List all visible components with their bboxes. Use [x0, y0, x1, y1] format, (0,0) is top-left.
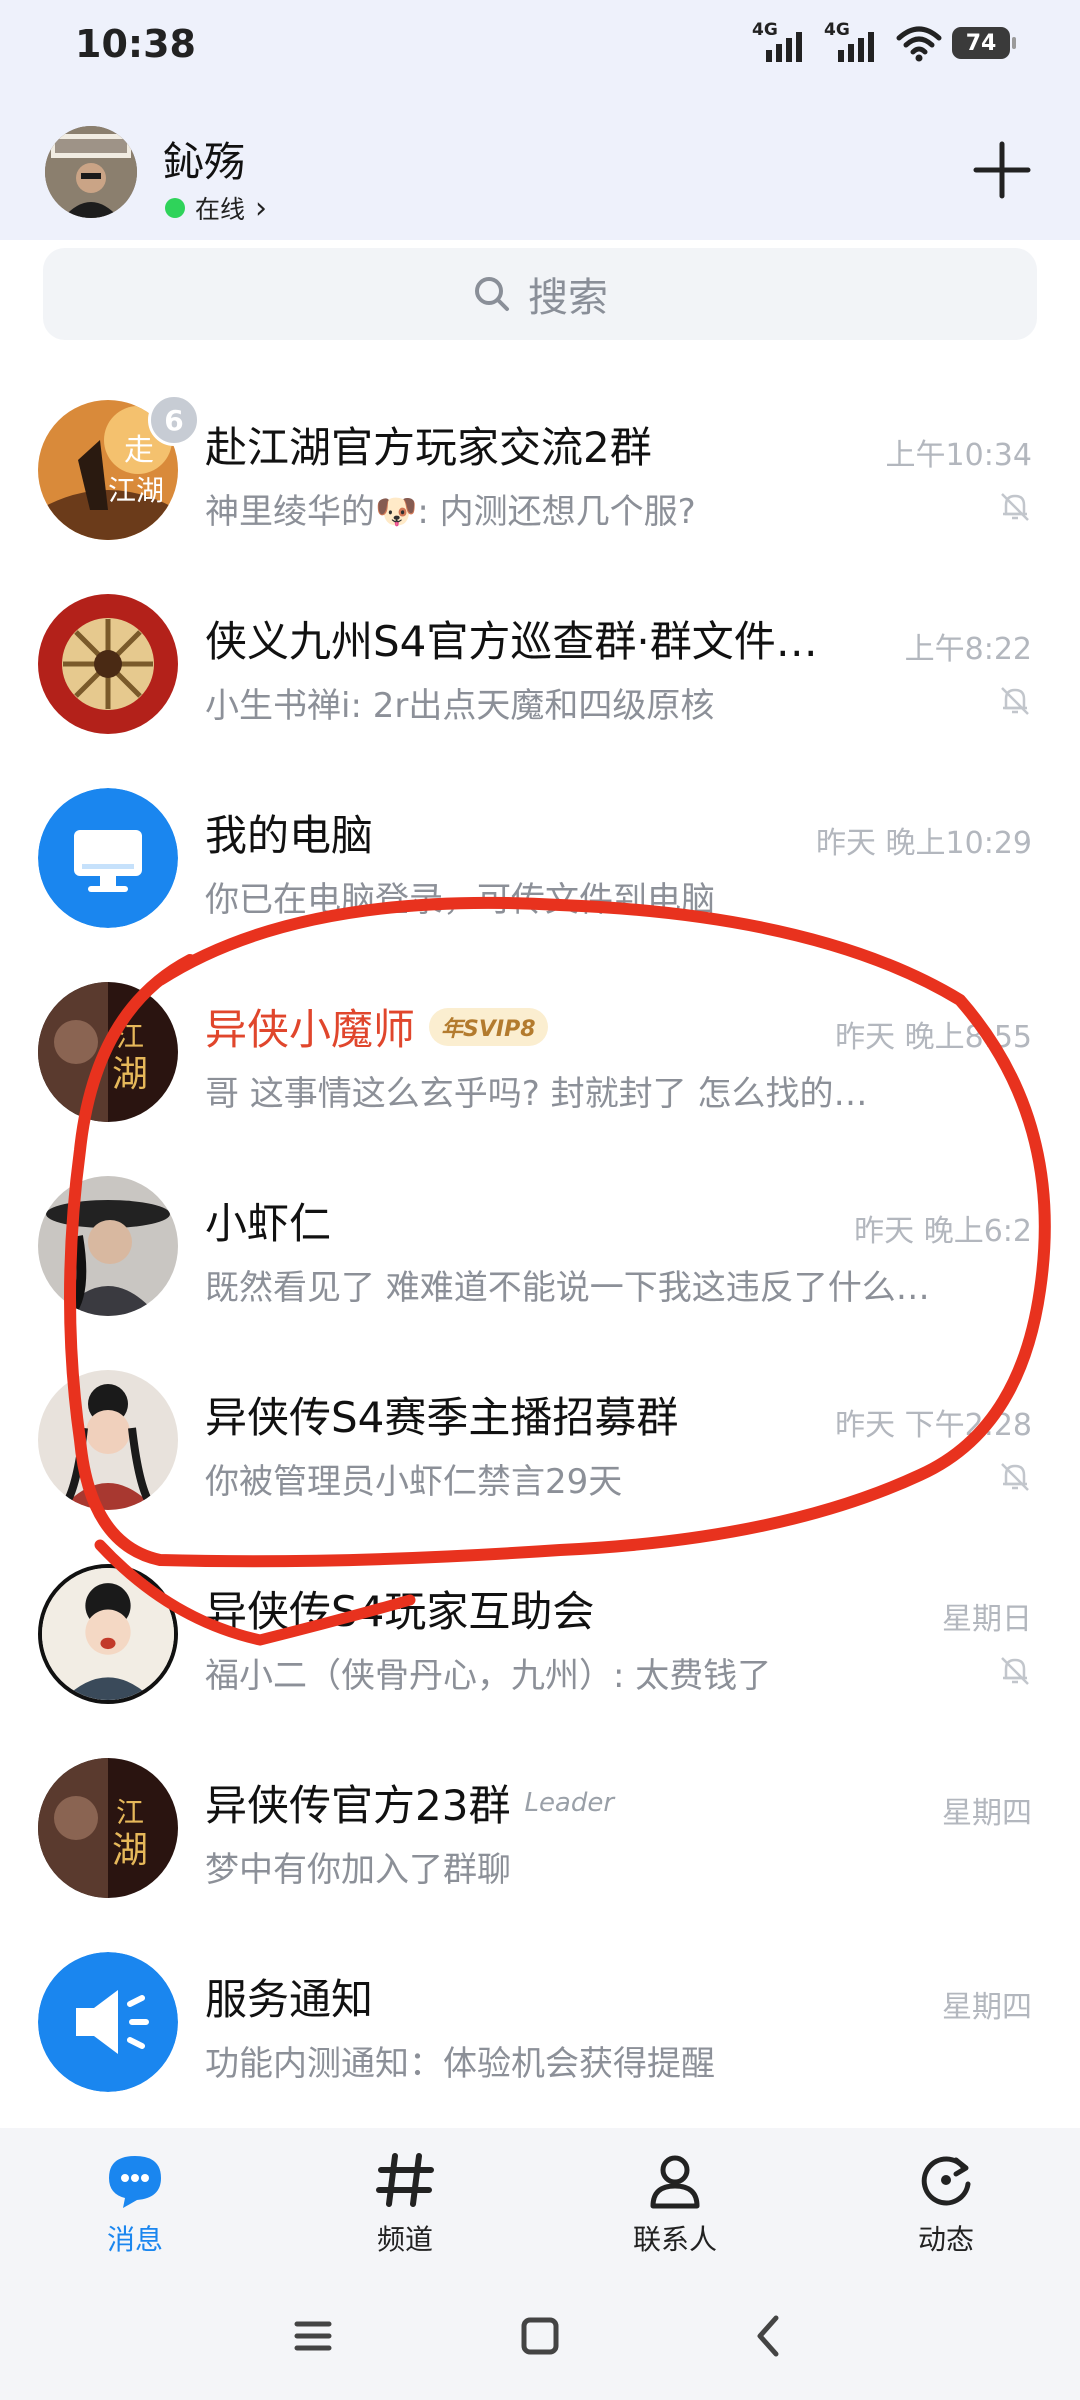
group-tag-badge: Leader — [524, 1787, 615, 1818]
message-icon — [109, 2156, 161, 2208]
chat-item[interactable]: 小虾仁 昨天 晚上6:2 既然看见了 难难道不能说一下我这违反了什么… — [0, 1136, 1080, 1330]
mute-bell-icon — [1001, 687, 1029, 715]
chat-time: 星期四 — [942, 1796, 1032, 1831]
svg-text:江湖: 江湖 — [108, 474, 164, 507]
tab-label: 联系人 — [632, 2223, 717, 2256]
chat-item[interactable]: 江 湖 异侠传官方23群 Leader 星期四 梦中有你加入了群聊 — [0, 1718, 1080, 1912]
chat-name: 赴江湖官方玩家交流2群 — [205, 423, 652, 472]
system-navigation-bar — [0, 2268, 1080, 2400]
chat-name: 小虾仁 — [205, 1199, 332, 1248]
avatar-image-icon — [45, 126, 137, 218]
unread-badge: 6 — [148, 394, 200, 446]
svg-text:江: 江 — [116, 1796, 144, 1829]
online-status-label: 在线 — [195, 195, 246, 224]
chat-preview: 神里绫华的🐶: 内测还想几个服? — [205, 492, 696, 532]
mute-bell-icon — [1001, 493, 1029, 521]
monitor-icon — [38, 788, 178, 928]
menu-icon[interactable] — [283, 2306, 343, 2366]
svg-text:走: 走 — [124, 433, 154, 468]
chat-name: 服务通知 — [205, 1975, 374, 2024]
chat-name: 异侠传官方23群 Leader — [205, 1781, 615, 1830]
contact-avatar: 江 湖 — [38, 982, 178, 1122]
chat-preview: 既然看见了 难难道不能说一下我这违反了什么… — [205, 1268, 930, 1308]
user-name: 鈊殇 — [163, 138, 245, 186]
contact-avatar — [38, 1176, 178, 1316]
svg-text:江: 江 — [116, 1020, 144, 1053]
wifi-icon — [896, 26, 942, 62]
tab-label: 动态 — [917, 2223, 974, 2256]
hash-icon — [376, 2153, 434, 2207]
computer-avatar — [38, 788, 178, 928]
tab-label: 消息 — [106, 2223, 163, 2256]
online-status[interactable]: 在线 › — [165, 190, 267, 226]
group-avatar: 江 湖 — [38, 1758, 178, 1898]
chat-name: 异侠传S4玩家互助会 — [205, 1587, 595, 1636]
tab-moments[interactable]: 动态 — [866, 2150, 1026, 2258]
chat-item[interactable]: 江 湖 异侠小魔师 年SVIP8 昨天 晚上8:55 哥 这事情这么玄乎吗? 封… — [0, 942, 1080, 1136]
search-placeholder: 搜索 — [528, 275, 608, 321]
chat-name: 异侠小魔师 年SVIP8 — [205, 996, 548, 1057]
chat-item[interactable]: 异侠传S4赛季主播招募群 昨天 下午2:28 你被管理员小虾仁禁言29天 — [0, 1330, 1080, 1524]
status-time: 10:38 — [75, 22, 196, 66]
chat-preview: 小生书禅i: 2r出点天魔和四级原核 — [205, 686, 715, 726]
tab-messages[interactable]: 消息 — [55, 2150, 215, 2258]
chat-preview: 哥 这事情这么玄乎吗? 封就封了 怎么找的… — [205, 1074, 868, 1114]
battery-icon: 74 — [952, 27, 1016, 59]
search-icon — [475, 277, 509, 311]
contacts-icon — [650, 2155, 700, 2209]
chat-time: 昨天 晚上10:29 — [816, 826, 1032, 861]
status-indicators: 4G 4G 74 — [752, 20, 1016, 64]
chat-time: 星期日 — [942, 1602, 1032, 1637]
speaker-icon — [38, 1952, 178, 2092]
group-avatar — [38, 594, 178, 734]
svg-text:湖: 湖 — [112, 1054, 148, 1095]
chat-item[interactable]: 异侠传S4玩家互助会 星期日 福小二（侠骨丹心，九州）: 太费钱了 — [0, 1524, 1080, 1718]
chat-time: 上午8:22 — [904, 632, 1032, 667]
chat-time: 星期四 — [942, 1990, 1032, 2025]
service-avatar — [38, 1952, 178, 2092]
chat-preview: 福小二（侠骨丹心，九州）: 太费钱了 — [205, 1656, 772, 1696]
chat-preview: 你被管理员小虾仁禁言29天 — [205, 1462, 623, 1502]
search-bar[interactable]: 搜索 — [43, 248, 1037, 340]
chat-name: 侠义九州S4官方巡查群·群文件… — [205, 617, 818, 666]
online-dot-icon — [165, 198, 185, 218]
chat-preview: 功能内测通知：体验机会获得提醒 — [205, 2044, 715, 2084]
signal-icon-2: 4G — [824, 20, 886, 64]
chat-item[interactable]: 服务通知 星期四 功能内测通知：体验机会获得提醒 — [0, 1912, 1080, 2106]
chat-time: 昨天 晚上8:55 — [835, 1020, 1032, 1055]
chat-name: 我的电脑 — [205, 811, 374, 860]
bottom-tab-bar: 消息 频道 联系人 动态 — [0, 2128, 1080, 2268]
chat-name: 异侠传S4赛季主播招募群 — [205, 1393, 679, 1442]
chat-time: 上午10:34 — [885, 438, 1032, 473]
svg-text:湖: 湖 — [112, 1830, 148, 1871]
status-bar: 10:38 4G 4G 74 — [0, 0, 1080, 90]
add-button[interactable] — [972, 140, 1032, 200]
chevron-right-icon: › — [255, 190, 268, 226]
home-icon[interactable] — [510, 2306, 570, 2366]
user-avatar[interactable] — [45, 126, 137, 218]
tab-channels[interactable]: 频道 — [325, 2150, 485, 2258]
chat-preview: 梦中有你加入了群聊 — [205, 1850, 511, 1890]
tab-label: 频道 — [376, 2223, 433, 2256]
group-avatar — [38, 1370, 178, 1510]
chat-preview: 你已在电脑登录，可传文件到电脑 — [205, 880, 715, 920]
signal-icon: 4G — [752, 20, 814, 64]
chat-item[interactable]: 走 江湖 6 赴江湖官方玩家交流2群 上午10:34 神里绫华的🐶: 内测还想几… — [0, 360, 1080, 554]
back-icon[interactable] — [738, 2306, 798, 2366]
tab-contacts[interactable]: 联系人 — [595, 2150, 755, 2258]
chat-time: 昨天 下午2:28 — [835, 1408, 1032, 1443]
mute-bell-icon — [1001, 1657, 1029, 1685]
chat-time: 昨天 晚上6:2 — [854, 1214, 1032, 1249]
chat-item[interactable]: 我的电脑 昨天 晚上10:29 你已在电脑登录，可传文件到电脑 — [0, 748, 1080, 942]
vip-badge: 年SVIP8 — [429, 1007, 548, 1046]
refresh-icon — [921, 2156, 971, 2206]
mute-bell-icon — [1001, 1463, 1029, 1491]
app-header: 鈊殇 在线 › — [0, 120, 1080, 230]
group-avatar — [38, 1564, 178, 1704]
chat-item[interactable]: 侠义九州S4官方巡查群·群文件… 上午8:22 小生书禅i: 2r出点天魔和四级… — [0, 554, 1080, 748]
